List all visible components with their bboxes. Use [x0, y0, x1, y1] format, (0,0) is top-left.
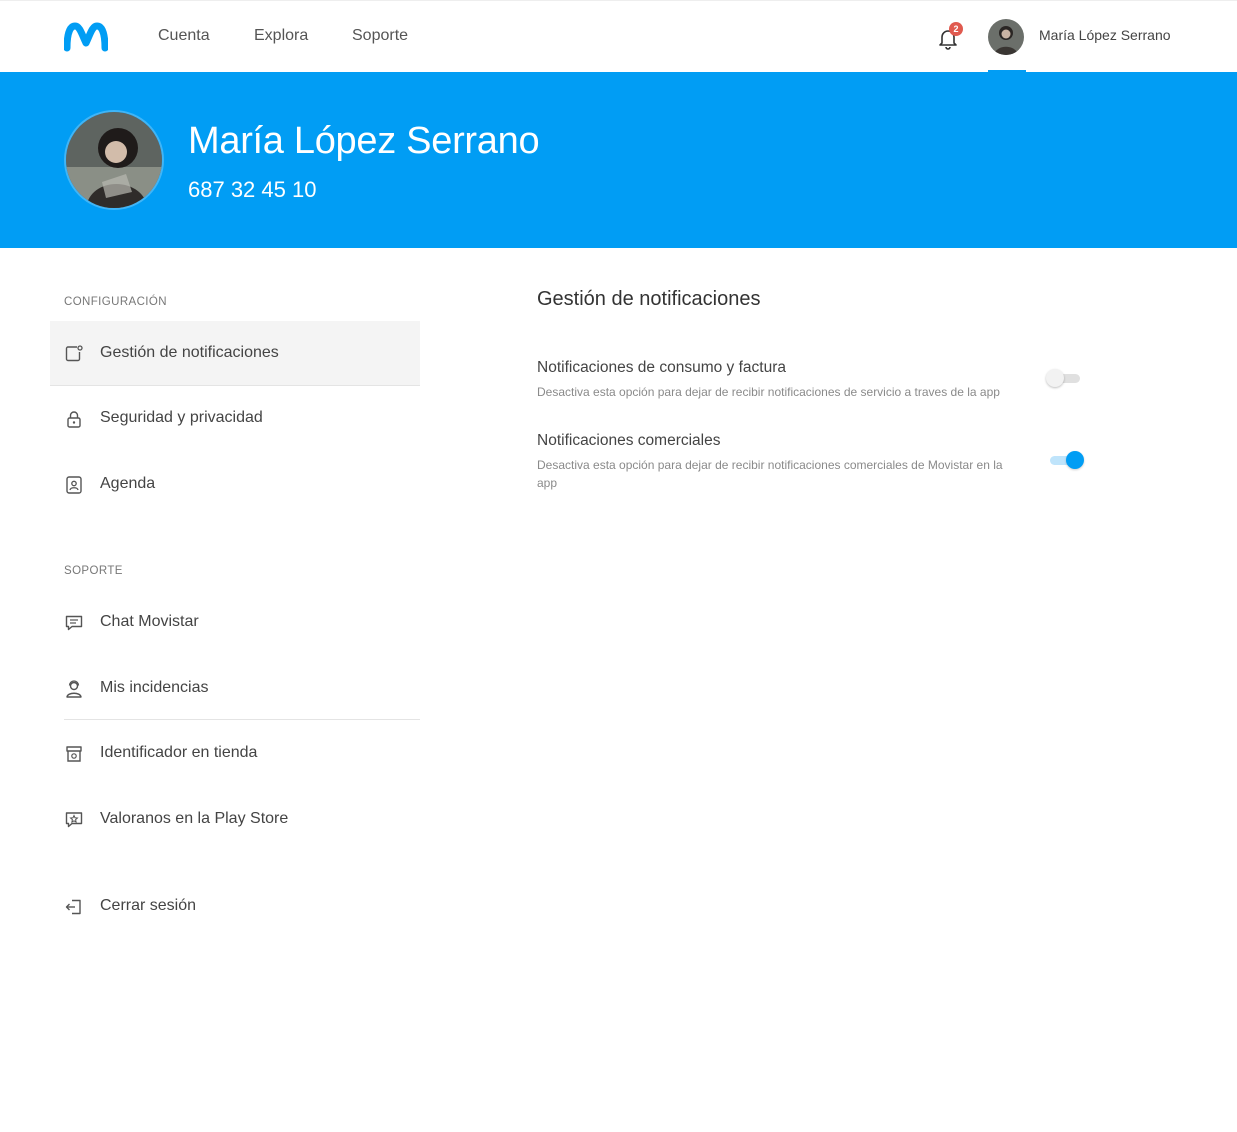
sidebar-item-agenda[interactable]: Agenda: [50, 452, 420, 516]
contacts-icon: [66, 476, 82, 494]
sidebar-item-play-store[interactable]: Valoranos en la Play Store: [50, 787, 420, 851]
logout-icon: [65, 899, 81, 915]
toggle-consumo-factura[interactable]: [1046, 367, 1084, 389]
lock-icon: [67, 411, 81, 428]
sidebar-item-label: Chat Movistar: [100, 613, 199, 630]
notification-count-badge: 2: [949, 22, 963, 36]
profile-name: María López Serrano: [188, 120, 540, 162]
sidebar-item-identificador[interactable]: Identificador en tienda: [50, 721, 420, 785]
sidebar-item-label: Seguridad y privacidad: [100, 409, 263, 426]
sidebar-item-label: Gestión de notificaciones: [100, 344, 279, 361]
logout-button[interactable]: Cerrar sesión: [50, 874, 420, 938]
support-agent-icon: [66, 680, 82, 698]
logout-label: Cerrar sesión: [100, 897, 197, 914]
sidebar-item-label: Identificador en tienda: [100, 744, 258, 761]
sidebar-item-seguridad[interactable]: Seguridad y privacidad: [50, 386, 420, 450]
nav-link-explora[interactable]: Explora: [254, 27, 308, 45]
top-navigation-bar: Cuenta Explora Soporte 2 María López Ser…: [0, 0, 1237, 73]
sidebar-item-label: Mis incidencias: [100, 679, 209, 696]
notifications-button[interactable]: 2: [937, 22, 965, 51]
sidebar-item-notificaciones[interactable]: Gestión de notificaciones: [50, 321, 420, 386]
section-title-soporte: SOPORTE: [64, 565, 123, 577]
toggle-comerciales[interactable]: [1048, 449, 1086, 471]
setting-title: Notificaciones de consumo y factura: [537, 359, 786, 376]
user-avatar[interactable]: [988, 19, 1024, 55]
profile-phone-number: 687 32 45 10: [188, 177, 317, 202]
setting-consumo-factura: Notificaciones de consumo y factura Desa…: [537, 359, 1097, 401]
profile-avatar: [66, 112, 162, 208]
sidebar-item-label: Valoranos en la Play Store: [100, 810, 289, 827]
sidebar-item-incidencias[interactable]: Mis incidencias: [50, 656, 420, 720]
profile-header: María López Serrano 687 32 45 10: [0, 72, 1237, 248]
movistar-logo[interactable]: [64, 21, 108, 53]
chat-icon: [65, 615, 83, 631]
page-title: Gestión de notificaciones: [537, 288, 761, 310]
setting-description: Desactiva esta opción para dejar de reci…: [537, 458, 1003, 490]
setting-description: Desactiva esta opción para dejar de reci…: [537, 385, 1000, 399]
sidebar-divider: [64, 719, 420, 720]
nav-link-cuenta[interactable]: Cuenta: [158, 27, 210, 45]
notification-settings-icon: [65, 345, 83, 362]
store-icon: [66, 746, 82, 762]
top-user-name[interactable]: María López Serrano: [1039, 27, 1171, 43]
section-title-configuracion: CONFIGURACIÓN: [64, 296, 167, 308]
rate-icon: [65, 812, 83, 828]
sidebar-item-chat[interactable]: Chat Movistar: [50, 590, 420, 654]
setting-title: Notificaciones comerciales: [537, 432, 721, 449]
setting-comerciales: Notificaciones comerciales Desactiva est…: [537, 432, 1097, 492]
nav-link-soporte[interactable]: Soporte: [352, 27, 408, 45]
sidebar-item-label: Agenda: [100, 475, 156, 492]
